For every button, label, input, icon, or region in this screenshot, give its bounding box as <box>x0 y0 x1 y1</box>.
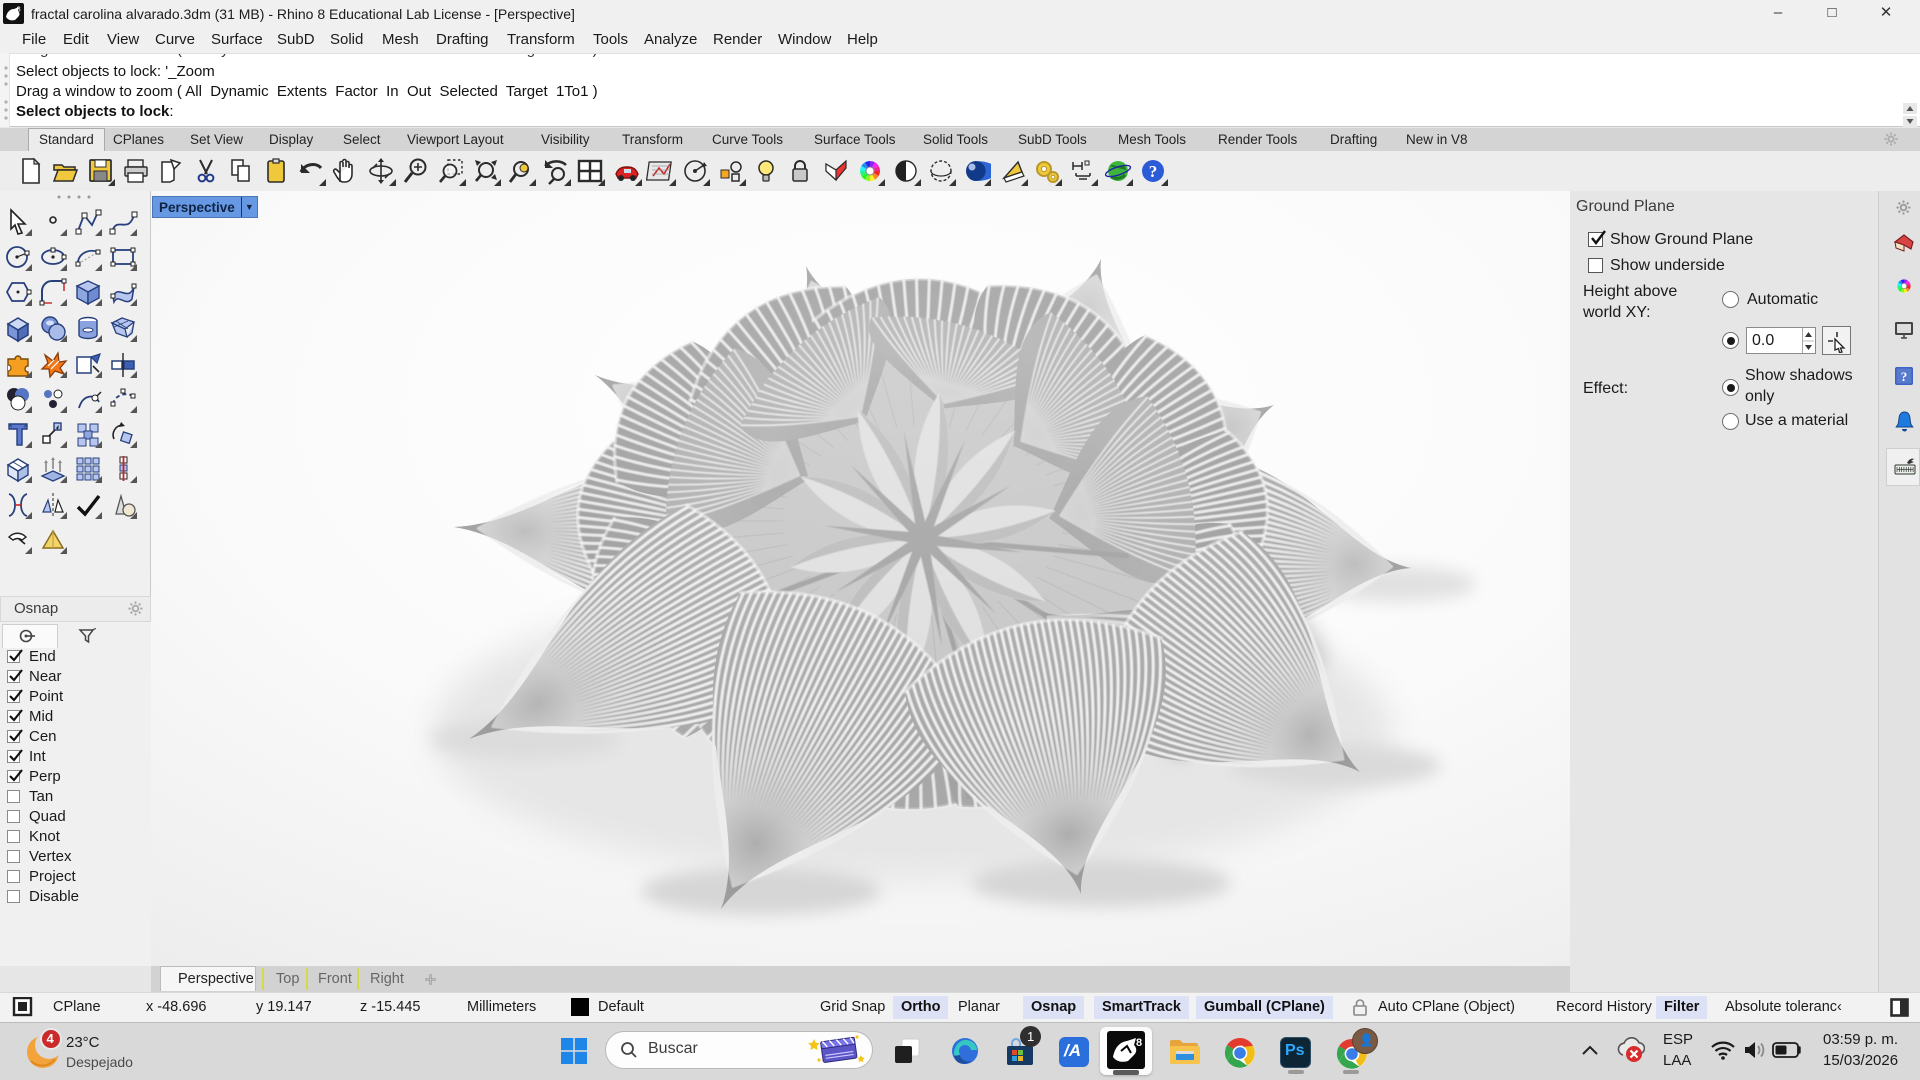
svg-text:?: ? <box>1149 162 1158 181</box>
svg-text:8: 8 <box>1136 1037 1142 1049</box>
svg-text:8: 8 <box>17 5 21 14</box>
svg-text:?: ? <box>1901 369 1908 384</box>
